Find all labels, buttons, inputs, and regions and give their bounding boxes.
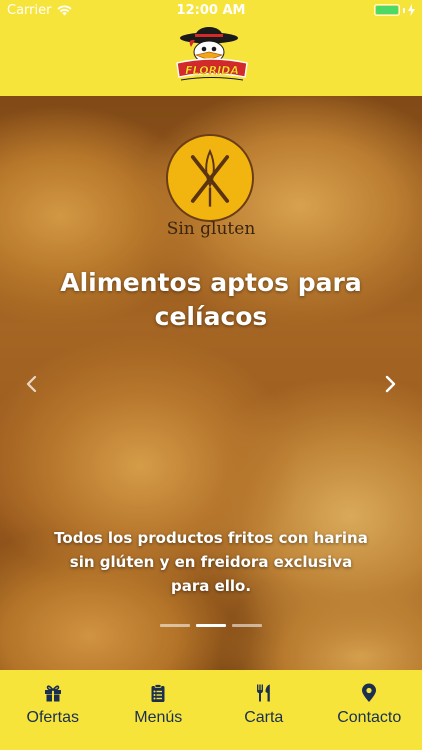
tab-ofertas[interactable]: Ofertas xyxy=(0,670,106,750)
hero-carousel[interactable]: Sin gluten Alimentos aptos para celíacos… xyxy=(0,96,422,670)
tab-label: Menús xyxy=(134,709,183,726)
status-time: 12:00 AM xyxy=(176,3,246,18)
tab-label: Carta xyxy=(244,709,284,726)
badge-caption: Sin gluten xyxy=(166,219,256,239)
tab-contacto[interactable]: Contacto xyxy=(317,670,422,750)
florida-logo[interactable]: FLORIDA xyxy=(173,25,251,89)
carousel-indicators xyxy=(0,624,422,627)
chevron-left-icon[interactable] xyxy=(22,374,42,394)
carousel-indicator[interactable] xyxy=(160,624,190,627)
status-right xyxy=(374,4,415,16)
logo-text: FLORIDA xyxy=(185,64,239,77)
status-bar: Carrier 12:00 AM xyxy=(0,0,422,22)
gluten-free-badge-icon xyxy=(166,134,254,222)
map-pin-icon xyxy=(362,683,377,702)
tab-label: Contacto xyxy=(337,709,402,726)
tab-label: Ofertas xyxy=(26,709,79,726)
carousel-indicator-active[interactable] xyxy=(196,624,226,627)
gift-icon xyxy=(44,685,61,702)
chevron-right-icon[interactable] xyxy=(380,374,400,394)
tab-carta[interactable]: Carta xyxy=(211,670,317,750)
tab-menus[interactable]: Menús xyxy=(106,670,212,750)
utensils-icon xyxy=(256,684,270,702)
battery-tip xyxy=(403,7,405,13)
bottom-tab-bar: Ofertas Menús Carta Contacto xyxy=(0,670,422,750)
clipboard-list-icon xyxy=(151,684,165,702)
charging-bolt-icon xyxy=(408,4,415,16)
hero-description: Todos los productos fritos con harina si… xyxy=(54,529,368,595)
header: FLORIDA xyxy=(0,22,422,96)
hero-title: Alimentos aptos para celíacos xyxy=(60,268,362,331)
carousel-indicator[interactable] xyxy=(232,624,262,627)
battery-icon xyxy=(374,4,400,16)
